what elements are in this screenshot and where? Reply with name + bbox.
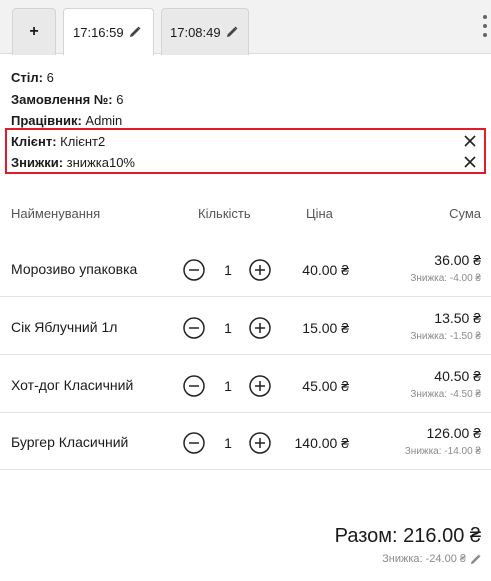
order-label: Замовлення №: bbox=[11, 92, 113, 107]
worker-info: Працівник: Admin bbox=[11, 113, 122, 128]
discount-info: Знижки: знижка10% bbox=[11, 155, 481, 170]
item-name: Сік Яблучний 1л bbox=[11, 319, 118, 335]
discount-value: знижка10% bbox=[66, 155, 135, 170]
table-label: Стіл: bbox=[11, 70, 43, 85]
minus-circle-icon[interactable] bbox=[183, 317, 205, 339]
minus-circle-icon[interactable] bbox=[183, 259, 205, 281]
item-price: 45.00 ₴ bbox=[302, 378, 349, 394]
table-row: Сік Яблучний 1л 1 15.00 ₴ 13.50 ₴ Знижка… bbox=[0, 297, 491, 355]
tab-order-2[interactable]: 17:08:49 bbox=[161, 8, 249, 55]
order-value: 6 bbox=[116, 92, 124, 107]
total-amount: Разом: 216.00 ₴ bbox=[334, 525, 481, 547]
item-qty: 1 bbox=[224, 262, 232, 278]
plus-circle-icon[interactable] bbox=[249, 432, 271, 454]
header-price: Ціна bbox=[306, 206, 333, 221]
discount-label: Знижки: bbox=[11, 155, 64, 170]
worker-label: Працівник: bbox=[11, 113, 82, 128]
plus-circle-icon[interactable] bbox=[249, 375, 271, 397]
total-discount-label: Знижка: -24.00 ₴ bbox=[382, 553, 466, 565]
table-row: Хот-дог Класичний 1 45.00 ₴ 40.50 ₴ Зниж… bbox=[0, 355, 491, 413]
item-price: 140.00 ₴ bbox=[294, 435, 350, 451]
close-icon[interactable] bbox=[463, 134, 477, 148]
header-qty: Кількість bbox=[198, 206, 251, 221]
worker-value: Admin bbox=[85, 113, 123, 128]
item-sum: 126.00 ₴ bbox=[426, 425, 482, 441]
close-icon[interactable] bbox=[463, 155, 477, 169]
item-name: Морозиво упаковка bbox=[11, 261, 138, 277]
table-row: Морозиво упаковка 1 40.00 ₴ 36.00 ₴ Зниж… bbox=[0, 239, 491, 297]
client-label: Клієнт: bbox=[11, 134, 57, 149]
tab-label: 17:16:59 bbox=[73, 24, 124, 40]
plus-circle-icon[interactable] bbox=[249, 317, 271, 339]
item-name: Хот-дог Класичний bbox=[11, 377, 134, 393]
header-name: Найменування bbox=[11, 206, 101, 221]
add-tab-button[interactable]: + bbox=[12, 8, 56, 55]
order-info: Замовлення №: 6 bbox=[11, 92, 123, 107]
item-discount: Знижка: -1.50 ₴ bbox=[410, 331, 481, 342]
item-sum: 36.00 ₴ bbox=[434, 252, 481, 268]
table-info: Стіл: 6 bbox=[11, 70, 54, 85]
item-discount: Знижка: -4.00 ₴ bbox=[410, 273, 481, 284]
table-row: Бургер Класичний 1 140.00 ₴ 126.00 ₴ Зни… bbox=[0, 412, 491, 470]
pencil-icon[interactable] bbox=[470, 553, 481, 565]
item-qty: 1 bbox=[224, 320, 232, 336]
minus-circle-icon[interactable] bbox=[183, 432, 205, 454]
tab-order-1[interactable]: 17:16:59 bbox=[63, 8, 154, 55]
client-info: Клієнт: Клієнт2 bbox=[11, 134, 481, 149]
item-qty: 1 bbox=[224, 435, 232, 451]
header-sum: Сума bbox=[449, 206, 481, 221]
item-discount: Знижка: -4.50 ₴ bbox=[410, 389, 481, 400]
kebab-menu-icon[interactable] bbox=[481, 15, 489, 37]
plus-circle-icon[interactable] bbox=[249, 259, 271, 281]
minus-circle-icon[interactable] bbox=[183, 375, 205, 397]
tab-label: 17:08:49 bbox=[170, 24, 221, 40]
pencil-icon[interactable] bbox=[129, 26, 141, 38]
table-value: 6 bbox=[46, 70, 54, 85]
item-price: 15.00 ₴ bbox=[302, 320, 349, 336]
tab-bar: + 17:16:59 17:08:49 bbox=[0, 0, 491, 55]
total-discount: Знижка: -24.00 ₴ bbox=[382, 553, 481, 565]
client-value: Клієнт2 bbox=[60, 134, 106, 149]
item-price: 40.00 ₴ bbox=[302, 262, 349, 278]
item-discount: Знижка: -14.00 ₴ bbox=[404, 446, 481, 457]
item-name: Бургер Класичний bbox=[11, 434, 129, 450]
pencil-icon[interactable] bbox=[226, 26, 238, 38]
item-qty: 1 bbox=[224, 378, 232, 394]
item-sum: 40.50 ₴ bbox=[434, 368, 481, 384]
item-sum: 13.50 ₴ bbox=[434, 310, 481, 326]
